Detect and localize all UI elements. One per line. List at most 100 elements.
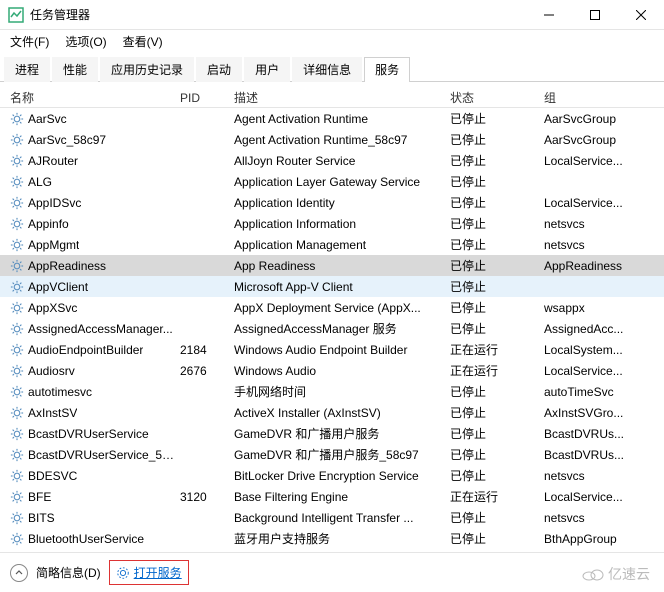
service-row[interactable]: AppMgmtApplication Management已停止netsvcs: [0, 234, 664, 255]
header-name[interactable]: 名称: [0, 89, 176, 106]
service-row[interactable]: autotimesvc手机网络时间已停止autoTimeSvc: [0, 381, 664, 402]
table-body[interactable]: AarSvcAgent Activation Runtime已停止AarSvcG…: [0, 108, 664, 548]
service-row[interactable]: AppReadinessApp Readiness已停止AppReadiness: [0, 255, 664, 276]
service-desc: BitLocker Drive Encryption Service: [230, 469, 446, 483]
service-group: LocalService...: [540, 490, 650, 504]
service-row[interactable]: AarSvc_58c97Agent Activation Runtime_58c…: [0, 129, 664, 150]
maximize-button[interactable]: [572, 0, 618, 30]
fewer-details-label[interactable]: 简略信息(D): [36, 564, 101, 581]
service-desc: GameDVR 和广播用户服务_58c97: [230, 446, 446, 463]
service-status: 已停止: [446, 299, 540, 316]
service-desc: ActiveX Installer (AxInstSV): [230, 406, 446, 420]
service-row[interactable]: BDESVCBitLocker Drive Encryption Service…: [0, 465, 664, 486]
tab-4[interactable]: 用户: [244, 57, 290, 82]
tab-5[interactable]: 详细信息: [292, 57, 362, 82]
service-row[interactable]: AarSvcAgent Activation Runtime已停止AarSvcG…: [0, 108, 664, 129]
header-pid[interactable]: PID: [176, 91, 230, 105]
tab-6[interactable]: 服务: [364, 57, 410, 82]
service-name-cell: BFE: [0, 490, 176, 504]
services-table: 名称 PID 描述 状态 组 AarSvcAgent Activation Ru…: [0, 82, 664, 550]
service-row[interactable]: AudioEndpointBuilder2184Windows Audio En…: [0, 339, 664, 360]
service-row[interactable]: AJRouter AllJoyn Router Service已停止LocalSe…: [0, 150, 664, 171]
service-group: netsvcs: [540, 469, 650, 483]
service-desc: Application Identity: [230, 196, 446, 210]
tab-3[interactable]: 启动: [196, 57, 242, 82]
service-desc: Microsoft App-V Client: [230, 280, 446, 294]
titlebar: 任务管理器: [0, 0, 664, 30]
service-group: AssignedAcc...: [540, 322, 650, 336]
service-name-cell: BcastDVRUserService_58...: [0, 448, 176, 462]
menu-view[interactable]: 查看(V): [119, 31, 167, 52]
service-row[interactable]: Appinfo Application Information已停止netsvcs: [0, 213, 664, 234]
service-status: 正在运行: [446, 341, 540, 358]
service-desc: GameDVR 和广播用户服务: [230, 425, 446, 442]
service-desc: Windows Audio Endpoint Builder: [230, 343, 446, 357]
service-status: 已停止: [446, 425, 540, 442]
service-group: autoTimeSvc: [540, 385, 650, 399]
service-row[interactable]: AppIDSvcApplication Identity已停止LocalServ…: [0, 192, 664, 213]
service-group: netsvcs: [540, 217, 650, 231]
service-name-cell: AssignedAccessManager...: [0, 322, 176, 336]
service-row[interactable]: BluetoothUserService蓝牙用户支持服务已停止BthAppGro…: [0, 528, 664, 548]
service-name-cell: AppMgmt: [0, 238, 176, 252]
service-status: 正在运行: [446, 362, 540, 379]
service-name-cell: AarSvc: [0, 112, 176, 126]
service-status: 已停止: [446, 110, 540, 127]
service-name-cell: autotimesvc: [0, 385, 176, 399]
service-row[interactable]: AppVClientMicrosoft App-V Client已停止: [0, 276, 664, 297]
service-pid: 2184: [176, 343, 230, 357]
service-desc: AppX Deployment Service (AppX...: [230, 301, 446, 315]
service-status: 已停止: [446, 215, 540, 232]
service-desc: Application Layer Gateway Service: [230, 175, 446, 189]
service-desc: AllJoyn Router Service: [230, 154, 446, 168]
menu-options[interactable]: 选项(O): [61, 31, 110, 52]
tab-2[interactable]: 应用历史记录: [100, 57, 194, 82]
service-group: LocalService...: [540, 154, 650, 168]
service-name-cell: AppVClient: [0, 280, 176, 294]
service-row[interactable]: ALGApplication Layer Gateway Service已停止: [0, 171, 664, 192]
service-group: LocalService...: [540, 364, 650, 378]
menu-file[interactable]: 文件(F): [6, 31, 53, 52]
service-group: netsvcs: [540, 238, 650, 252]
service-group: AarSvcGroup: [540, 112, 650, 126]
task-manager-icon: [8, 7, 24, 23]
fewer-details-icon[interactable]: [10, 564, 28, 582]
close-button[interactable]: [618, 0, 664, 30]
service-name-cell: Appinfo: [0, 217, 176, 231]
service-row[interactable]: BITSBackground Intelligent Transfer ...已…: [0, 507, 664, 528]
service-name-cell: AppIDSvc: [0, 196, 176, 210]
service-status: 已停止: [446, 152, 540, 169]
tab-0[interactable]: 进程: [4, 57, 50, 82]
header-group[interactable]: 组: [540, 89, 650, 106]
service-group: BcastDVRUs...: [540, 448, 650, 462]
service-status: 已停止: [446, 383, 540, 400]
service-group: BthAppGroup: [540, 532, 650, 546]
header-status[interactable]: 状态: [446, 89, 540, 106]
service-row[interactable]: Audiosrv2676Windows Audio正在运行LocalServic…: [0, 360, 664, 381]
service-desc: Application Information: [230, 217, 446, 231]
service-status: 已停止: [446, 404, 540, 421]
service-row[interactable]: BFE3120Base Filtering Engine正在运行LocalSer…: [0, 486, 664, 507]
service-name-cell: AJRouter: [0, 154, 176, 168]
service-row[interactable]: AppXSvc AppX Deployment Service (AppX...已…: [0, 297, 664, 318]
service-status: 正在运行: [446, 488, 540, 505]
open-services-label: 打开服务: [134, 564, 182, 581]
service-row[interactable]: AxInstSVActiveX Installer (AxInstSV)已停止A…: [0, 402, 664, 423]
tab-1[interactable]: 性能: [52, 57, 98, 82]
header-desc[interactable]: 描述: [230, 89, 446, 106]
service-pid: 3120: [176, 490, 230, 504]
service-status: 已停止: [446, 509, 540, 526]
service-group: LocalService...: [540, 196, 650, 210]
service-row[interactable]: AssignedAccessManager... AssignedAccessMa…: [0, 318, 664, 339]
service-desc: Background Intelligent Transfer ...: [230, 511, 446, 525]
service-row[interactable]: BcastDVRUserServiceGameDVR 和广播用户服务已停止Bca…: [0, 423, 664, 444]
service-desc: 蓝牙用户支持服务: [230, 530, 446, 547]
table-header: 名称 PID 描述 状态 组: [0, 82, 664, 108]
services-icon: [116, 566, 130, 580]
open-services-link[interactable]: 打开服务: [109, 560, 189, 585]
service-row[interactable]: BcastDVRUserService_58... GameDVR 和广播用户服务…: [0, 444, 664, 465]
service-name-cell: AppXSvc: [0, 301, 176, 315]
service-status: 已停止: [446, 131, 540, 148]
service-desc: AssignedAccessManager 服务: [230, 320, 446, 337]
minimize-button[interactable]: [526, 0, 572, 30]
